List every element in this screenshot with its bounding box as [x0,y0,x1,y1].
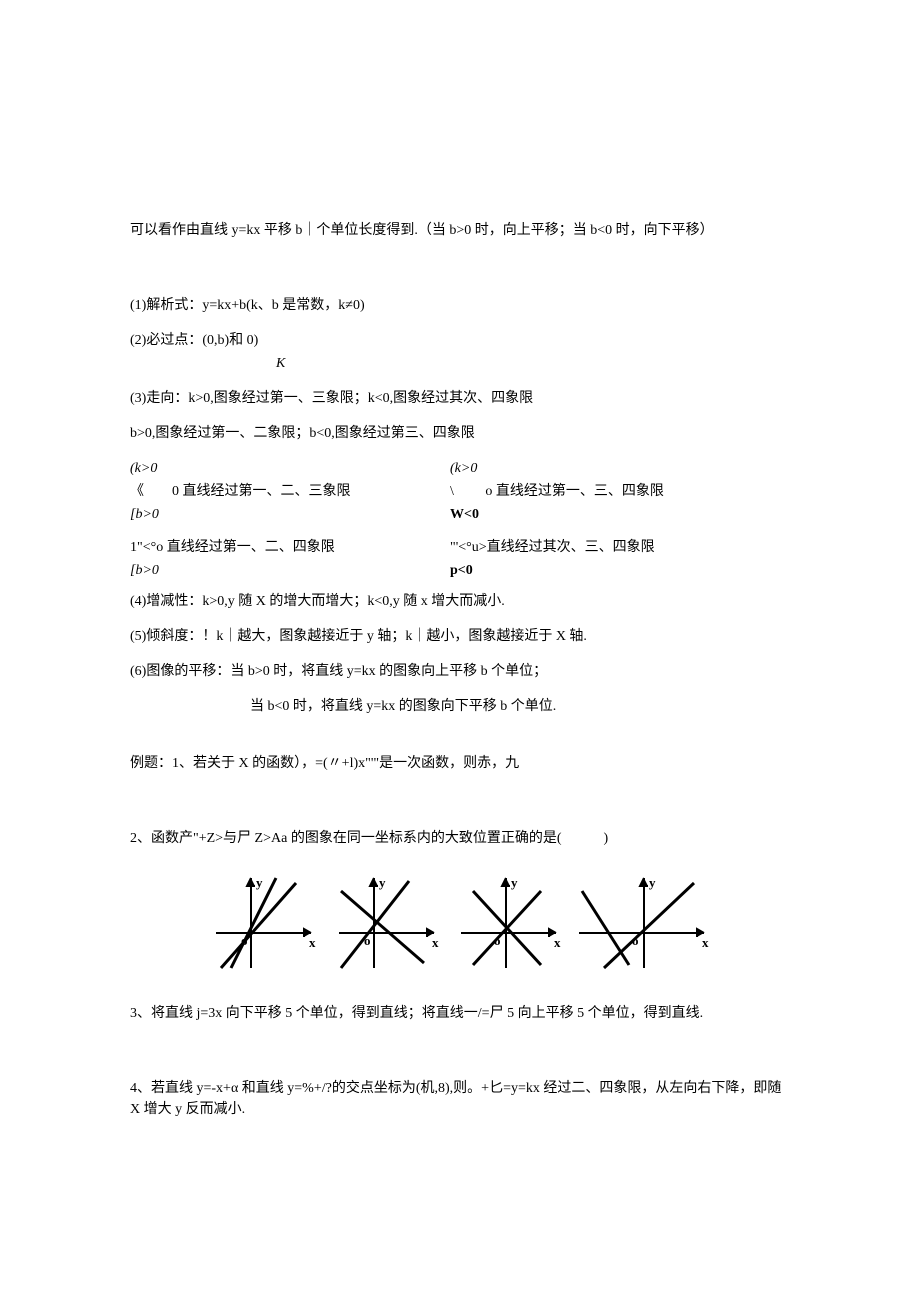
graph-option-d: y x o [574,873,714,973]
graph-option-b: y x o [329,873,444,973]
item-3a: (3)走向：k>0,图象经过第一、三象限；k<0,图象经过其次、四象限 [130,388,790,409]
case1-bot-right: W<0 [450,504,479,525]
example-4: 4、若直线 y=-x+α 和直线 y=%+/?的交点坐标为(机,8),则。+匕=… [130,1078,790,1120]
case2-top-right: "'<°u>直线经过其次、三、四象限 [450,537,655,558]
axis-y-label: y [379,875,386,890]
spacer [130,1038,790,1078]
item-3b: b>0,图象经过第一、二象限；b<0,图象经过第三、四象限 [130,423,790,444]
case-row-1-top: (k>0 (k>0 [130,458,790,479]
case2-bot-right: p<0 [450,560,473,581]
case2-bot-left: [b>0 [130,560,430,581]
spacer [130,731,790,753]
item-5: (5)倾斜度：！k｜越大，图象越接近于 y 轴；k｜越小，图象越接近于 X 轴. [130,626,790,647]
case-row-1-bot: [b>0 W<0 [130,504,790,525]
axis-y-label: y [649,875,656,890]
example-2: 2、函数产"+Z>与尸 Z>Aa 的图象在同一坐标系内的大致位置正确的是( ) [130,828,790,849]
case1-top-right: (k>0 [450,458,477,479]
case1-top-left: (k>0 [130,458,430,479]
item-6a: (6)图像的平移：当 b>0 时，将直线 y=kx 的图象向上平移 b 个单位； [130,661,790,682]
axis-y-label: y [256,875,263,890]
axis-x-label: x [554,935,561,950]
letter-k: K [276,353,285,374]
item-2-text: (2)必过点：(0,b)和 0) [130,333,258,348]
axis-y-label: y [511,875,518,890]
item-6b: 当 b<0 时，将直线 y=kx 的图象向下平移 b 个单位. [130,696,790,717]
case-row-2-bot: [b>0 p<0 [130,560,790,581]
document-page: { "intro": "可以看作由直线 y=kx 平移 b｜个单位长度得到.（当… [0,0,920,1301]
axis-x-label: x [432,935,439,950]
case-row-1-mid: 《 0 直线经过第一、二、三象限 \ o 直线经过第一、三、四象限 [130,481,790,502]
graph-option-a: y x o [206,873,321,973]
spacer [130,255,790,295]
example-1: 例题：1、若关于 X 的函数），=(〃+l)x"'"是一次函数，则赤，九 [130,753,790,774]
intro-text: 可以看作由直线 y=kx 平移 b｜个单位长度得到.（当 b>0 时，向上平移；… [130,220,790,241]
case1-mid-left: 《 0 直线经过第一、二、三象限 [130,481,430,502]
example-3: 3、将直线 j=3x 向下平移 5 个单位，得到直线；将直线一/=尸 5 向上平… [130,1003,790,1024]
axis-x-label: x [309,935,316,950]
item-2-k: K [130,353,790,374]
case1-bot-left: [b>0 [130,504,430,525]
graph-option-c: y x o [451,873,566,973]
item-1: (1)解析式：y=kx+b(k、b 是常数，k≠0) [130,295,790,316]
case1-mid-right: \ o 直线经过第一、三、四象限 [450,481,664,502]
case2-top-left: 1"<°o 直线经过第一、二、四象限 [130,537,430,558]
spacer [130,788,790,828]
item-4: (4)增减性：k>0,y 随 X 的增大而增大；k<0,y 随 x 增大而减小. [130,591,790,612]
case-row-2-top: 1"<°o 直线经过第一、二、四象限 "'<°u>直线经过其次、三、四象限 [130,537,790,558]
graph-options: y x o y x o y x o [130,863,790,1003]
item-2: (2)必过点：(0,b)和 0) [130,330,790,351]
axis-x-label: x [702,935,709,950]
